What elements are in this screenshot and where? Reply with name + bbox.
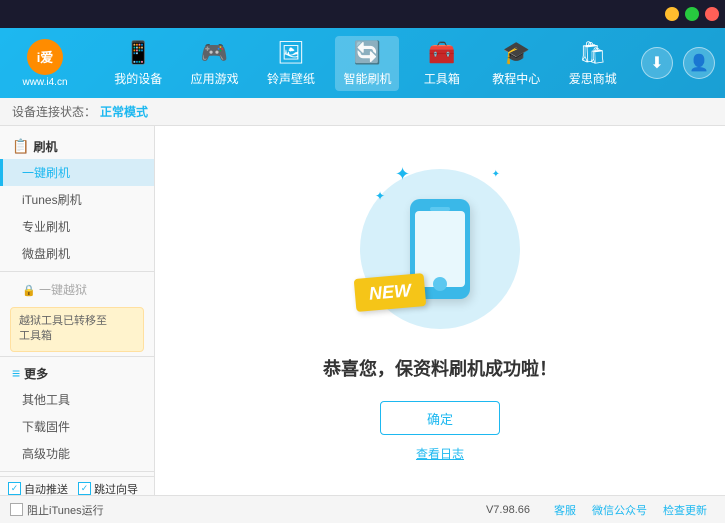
success-illustration: ✦ ✦ ✦ NEW — [350, 159, 530, 339]
toolbox-icon: 🧰 — [428, 40, 455, 66]
minimize-button[interactable] — [665, 7, 679, 21]
sparkle-icon-1: ✦ — [395, 164, 410, 185]
apps-games-icon: 🎮 — [201, 40, 228, 66]
sidebar-item-itunes-flash[interactable]: iTunes刷机 — [0, 186, 154, 213]
close-button[interactable] — [705, 7, 719, 21]
flash-section-icon: 📋 — [12, 138, 29, 155]
sidebar-section-more: ≡ 更多 — [0, 361, 154, 386]
more-section-icon: ≡ — [12, 365, 20, 381]
itunes-label: 阻止iTunes运行 — [27, 502, 104, 518]
status-value: 正常模式 — [100, 103, 148, 120]
success-message: 恭喜您，保资料刷机成功啦！ — [323, 355, 557, 381]
skip-wizard-checkbox-box[interactable]: ✓ — [78, 482, 91, 495]
sparkle-icon-2: ✦ — [375, 189, 385, 203]
nav-tutorial-label: 教程中心 — [492, 70, 540, 87]
nav-tutorial[interactable]: 🎓 教程中心 — [484, 36, 548, 91]
section1-label: 刷机 — [33, 138, 57, 155]
skip-wizard-checkbox[interactable]: ✓ 跳过向导 — [78, 481, 138, 495]
wallpaper-icon: 🖼 — [277, 40, 305, 66]
nav-my-device-label: 我的设备 — [114, 70, 162, 87]
one-click-flash-label: 一键刷机 — [22, 166, 70, 180]
sidebar-divider-bottom — [0, 471, 154, 472]
logo-icon: i爱 — [27, 39, 63, 75]
sidebar-divider-1 — [0, 271, 154, 272]
main-area: 📋 刷机 一键刷机 iTunes刷机 专业刷机 微盘刷机 🔒 一键越狱 越狱工具… — [0, 126, 725, 495]
maximize-button[interactable] — [685, 7, 699, 21]
content-area: ✦ ✦ ✦ NEW 恭喜您，保资料刷机成功啦！ 确定 查看日志 — [155, 126, 725, 495]
nav-toolbox-label: 工具箱 — [424, 70, 460, 87]
smart-flash-icon: 🔄 — [354, 40, 381, 66]
itunes-row: 阻止iTunes运行 — [10, 502, 104, 518]
nav-smart-flash-label: 智能刷机 — [343, 70, 391, 87]
auto-send-checkbox-box[interactable]: ✓ — [8, 482, 21, 495]
tutorial-icon: 🎓 — [503, 40, 530, 66]
auto-send-label: 自动推送 — [24, 481, 68, 495]
nav-smart-flash[interactable]: 🔄 智能刷机 — [335, 36, 399, 91]
section2-label: 更多 — [24, 365, 48, 382]
nav-toolbox[interactable]: 🧰 工具箱 — [412, 36, 472, 91]
nav-bar: 📱 我的设备 🎮 应用游戏 🖼 铃声壁纸 🔄 智能刷机 🧰 工具箱 🎓 教程中心… — [100, 36, 631, 91]
sidebar-item-pro-flash[interactable]: 专业刷机 — [0, 213, 154, 240]
pro-flash-label: 专业刷机 — [22, 220, 70, 234]
jailbreak-label: 一键越狱 — [39, 283, 87, 297]
sparkle-icon-3: ✦ — [492, 169, 500, 180]
logo-url: www.i4.cn — [22, 77, 67, 88]
customer-service-link[interactable]: 客服 — [554, 502, 576, 518]
status-label: 设备连接状态： — [12, 103, 96, 120]
nav-shop-label: 爱思商城 — [569, 70, 617, 87]
bottom-bar: 阻止iTunes运行 V7.98.66 客服 微信公众号 检查更新 — [0, 495, 725, 523]
micro-flash-label: 微盘刷机 — [22, 247, 70, 261]
shop-icon: 🛍 — [579, 40, 607, 66]
sidebar-section-flash: 📋 刷机 — [0, 134, 154, 159]
status-bar: 设备连接状态： 正常模式 — [0, 98, 725, 126]
confirm-button[interactable]: 确定 — [380, 401, 500, 435]
download-button[interactable]: ⬇ — [641, 47, 673, 79]
wechat-public-link[interactable]: 微信公众号 — [592, 502, 647, 518]
download-fw-label: 下载固件 — [22, 420, 70, 434]
nav-wallpaper[interactable]: 🖼 铃声壁纸 — [259, 36, 323, 91]
nav-apps-games-label: 应用游戏 — [191, 70, 239, 87]
new-badge: NEW — [354, 273, 427, 312]
sidebar: 📋 刷机 一键刷机 iTunes刷机 专业刷机 微盘刷机 🔒 一键越狱 越狱工具… — [0, 126, 155, 495]
auto-send-checkbox[interactable]: ✓ 自动推送 — [8, 481, 68, 495]
itunes-checkbox[interactable] — [10, 503, 23, 516]
sidebar-item-micro-flash[interactable]: 微盘刷机 — [0, 240, 154, 267]
logo[interactable]: i爱 www.i4.cn — [10, 39, 80, 88]
nav-shop[interactable]: 🛍 爱思商城 — [561, 36, 625, 91]
notice-text: 越狱工具已转移至工具箱 — [19, 315, 107, 342]
nav-my-device[interactable]: 📱 我的设备 — [106, 36, 170, 91]
phone-home — [433, 277, 447, 291]
nav-apps-games[interactable]: 🎮 应用游戏 — [183, 36, 247, 91]
checkbox-row: ✓ 自动推送 ✓ 跳过向导 — [0, 476, 154, 495]
advanced-label: 高级功能 — [22, 447, 70, 461]
sidebar-item-one-click-flash[interactable]: 一键刷机 — [0, 159, 154, 186]
sidebar-item-advanced[interactable]: 高级功能 — [0, 440, 154, 467]
sidebar-divider-2 — [0, 356, 154, 357]
skip-wizard-label: 跳过向导 — [94, 481, 138, 495]
sidebar-notice: 越狱工具已转移至工具箱 — [10, 307, 144, 352]
sidebar-item-other-tools[interactable]: 其他工具 — [0, 386, 154, 413]
view-log-link[interactable]: 查看日志 — [416, 445, 464, 462]
titlebar — [0, 0, 725, 28]
sidebar-item-download-fw[interactable]: 下载固件 — [0, 413, 154, 440]
header: i爱 www.i4.cn 📱 我的设备 🎮 应用游戏 🖼 铃声壁纸 🔄 智能刷机… — [0, 28, 725, 98]
account-button[interactable]: 👤 — [683, 47, 715, 79]
check-update-link[interactable]: 检查更新 — [663, 502, 707, 518]
sidebar-item-jailbreak: 🔒 一键越狱 — [0, 276, 154, 303]
my-device-icon: 📱 — [125, 40, 152, 66]
other-tools-label: 其他工具 — [22, 393, 70, 407]
itunes-flash-label: iTunes刷机 — [22, 193, 82, 207]
version-label: V7.98.66 — [486, 504, 530, 516]
nav-right-buttons: ⬇ 👤 — [641, 47, 715, 79]
nav-wallpaper-label: 铃声壁纸 — [267, 70, 315, 87]
